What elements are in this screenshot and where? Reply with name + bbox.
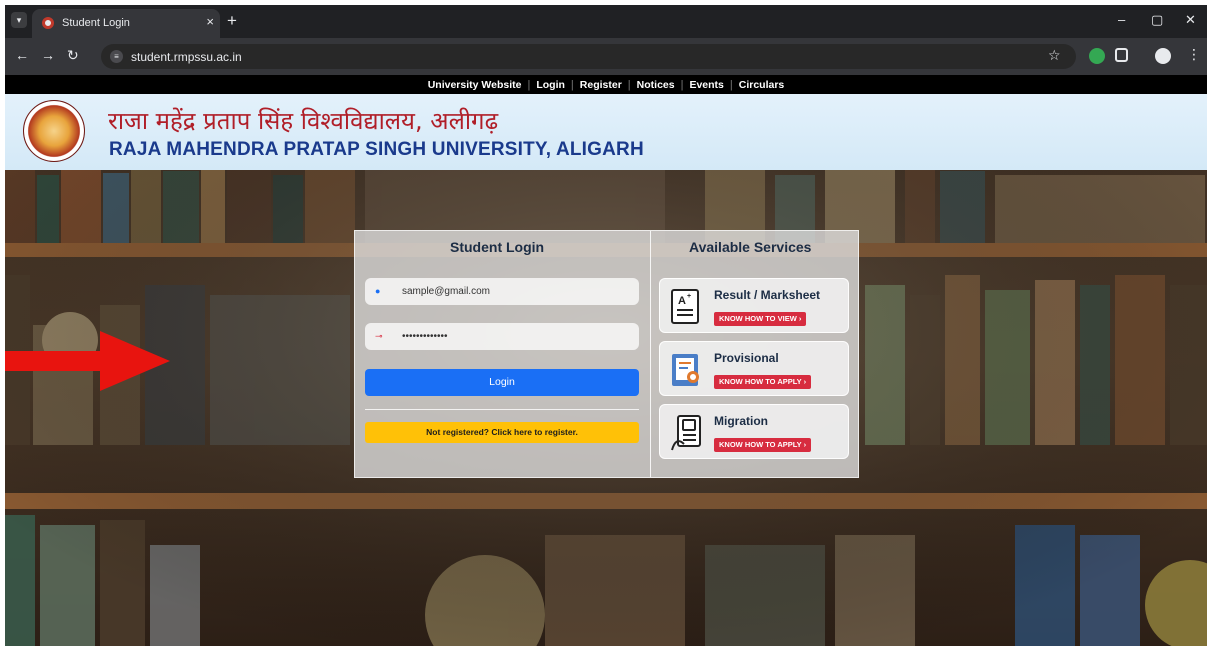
tab-title: Student Login (62, 17, 130, 29)
svg-text:A: A (678, 295, 686, 307)
service-button-label: KNOW HOW TO VIEW (719, 314, 797, 323)
password-field[interactable]: ⊸ ••••••••••••• (365, 323, 639, 350)
email-field[interactable]: ● sample@gmail.com (365, 278, 639, 305)
profile-avatar-icon[interactable] (1155, 48, 1171, 64)
forward-icon[interactable]: → (41, 47, 55, 63)
address-bar[interactable]: ≡ student.rmpssu.ac.in (101, 44, 1076, 69)
tab-search-icon[interactable]: ▾ (11, 12, 27, 28)
login-panel: Student Login ● sample@gmail.com ⊸ •••••… (354, 230, 859, 478)
service-title: Result / Marksheet (714, 288, 821, 302)
browser-window: ▾ Student Login × + – ▢ ✕ ← → ↻ ≡ studen… (5, 5, 1207, 646)
login-button[interactable]: Login (365, 369, 639, 396)
key-icon: ⊸ (375, 331, 383, 341)
restore-button[interactable]: ▢ (1151, 12, 1163, 28)
site-favicon-icon (42, 17, 54, 29)
service-title: Migration (714, 414, 768, 428)
tab-student-login[interactable]: Student Login × (32, 9, 220, 38)
close-tab-icon[interactable]: × (206, 14, 214, 29)
close-window-button[interactable]: ✕ (1185, 12, 1196, 28)
browser-toolbar: ← → ↻ ≡ student.rmpssu.ac.in ☆ ⋮ (5, 38, 1207, 75)
top-navigation: University Website | Login | Register | Notice… (5, 75, 1207, 94)
nav-register[interactable]: Register (574, 76, 628, 95)
user-icon: ● (375, 286, 381, 296)
menu-kebab-icon[interactable]: ⋮ (1187, 46, 1201, 63)
extensions-puzzle-icon[interactable] (1115, 48, 1128, 62)
web-page: University Website | Login | Register | Notice… (5, 75, 1207, 646)
minimize-button[interactable]: – (1118, 12, 1125, 27)
back-icon[interactable]: ← (15, 47, 29, 63)
nav-university-website[interactable]: University Website (422, 76, 528, 95)
marksheet-icon: A + (671, 289, 699, 324)
divider (365, 409, 639, 410)
university-header: राजा महेंद्र प्रताप सिंह विश्वविद्यालय, … (5, 94, 1207, 170)
service-button-label: KNOW HOW TO APPLY (719, 440, 802, 449)
hindi-university-title: राजा महेंद्र प्रताप सिंह विश्वविद्यालय, … (108, 107, 499, 135)
email-value[interactable]: sample@gmail.com (402, 286, 490, 297)
student-login-heading: Student Login (450, 239, 545, 255)
nav-circulars[interactable]: Circulars (733, 76, 791, 95)
university-logo (23, 100, 85, 162)
reload-icon[interactable]: ↻ (67, 47, 79, 64)
know-how-to-view-button[interactable]: KNOW HOW TO VIEW › (714, 312, 807, 326)
service-button-label: KNOW HOW TO APPLY (719, 377, 802, 386)
red-arrow-annotation (5, 331, 170, 391)
extension-icon[interactable] (1089, 48, 1105, 64)
nav-notices[interactable]: Notices (631, 76, 681, 95)
english-university-title: RAJA MAHENDRA PRATAP SINGH UNIVERSITY, A… (109, 139, 644, 160)
nav-events[interactable]: Events (683, 76, 729, 95)
bookmark-star-icon[interactable]: ☆ (1048, 47, 1061, 64)
service-migration: Migration KNOW HOW TO APPLY › (659, 404, 849, 459)
nav-login[interactable]: Login (530, 76, 571, 95)
know-how-to-apply-migration-button[interactable]: KNOW HOW TO APPLY › (714, 438, 812, 452)
tab-strip: ▾ Student Login × + – ▢ ✕ (5, 5, 1207, 38)
password-value[interactable]: ••••••••••••• (402, 331, 448, 342)
available-services-heading: Available Services (689, 239, 812, 255)
migration-icon (671, 415, 701, 451)
column-divider (650, 231, 651, 477)
url-text[interactable]: student.rmpssu.ac.in (131, 50, 242, 64)
site-info-icon[interactable]: ≡ (110, 50, 123, 63)
service-title: Provisional (714, 351, 779, 365)
service-result-marksheet: A + Result / Marksheet KNOW HOW TO VIEW … (659, 278, 849, 333)
register-link-button[interactable]: Not registered? Click here to register. (365, 422, 639, 443)
certificate-icon (672, 354, 699, 386)
svg-text:+: + (687, 293, 691, 300)
know-how-to-apply-provisional-button[interactable]: KNOW HOW TO APPLY › (714, 375, 812, 389)
new-tab-button[interactable]: + (227, 11, 237, 31)
service-provisional: Provisional KNOW HOW TO APPLY › (659, 341, 849, 396)
